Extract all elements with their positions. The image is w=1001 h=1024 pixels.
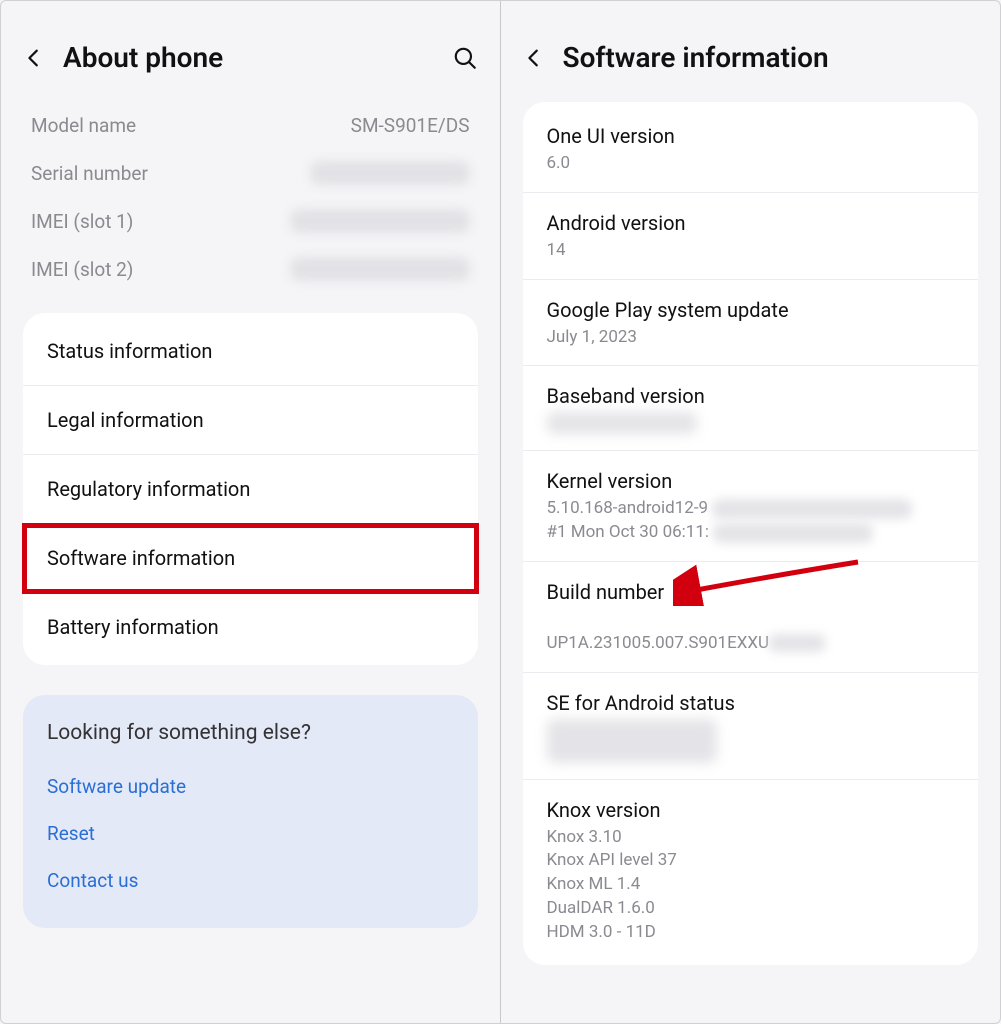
header: Software information bbox=[523, 1, 979, 102]
baseband-version-item[interactable]: Baseband version bbox=[523, 366, 979, 451]
suggestions-card: Looking for something else? Software upd… bbox=[23, 695, 478, 928]
software-details-card: One UI version 6.0 Android version 14 Go… bbox=[523, 102, 979, 965]
baseband-version-value-redacted bbox=[547, 412, 697, 434]
page-title: Software information bbox=[563, 41, 979, 74]
imei-slot2-label: IMEI (slot 2) bbox=[31, 258, 133, 281]
google-play-update-item[interactable]: Google Play system update July 1, 2023 bbox=[523, 280, 979, 367]
build-number-item[interactable]: Build number UP1A.231005.007.S901EXXU bbox=[523, 562, 979, 673]
software-information-item[interactable]: Software information bbox=[23, 524, 478, 593]
reset-link[interactable]: Reset bbox=[47, 810, 454, 857]
kernel-version-line2: #1 Mon Oct 30 06:11: bbox=[547, 521, 710, 545]
kernel-version-label: Kernel version bbox=[547, 469, 955, 493]
knox-version-label: Knox version bbox=[547, 798, 955, 822]
kernel-version-line1: 5.10.168-android12-9 bbox=[547, 497, 709, 521]
build-number-redacted bbox=[769, 634, 825, 652]
back-icon[interactable] bbox=[23, 47, 45, 69]
battery-information-item[interactable]: Battery information bbox=[23, 593, 478, 661]
regulatory-information-item[interactable]: Regulatory information bbox=[23, 455, 478, 524]
se-android-status-value-redacted bbox=[547, 719, 717, 763]
knox-version-value: Knox 3.10 Knox API level 37 Knox ML 1.4 … bbox=[547, 826, 955, 945]
software-update-link[interactable]: Software update bbox=[47, 763, 454, 810]
device-info-section: Model name SM-S901E/DS Serial number IME… bbox=[23, 102, 478, 293]
suggestions-title: Looking for something else? bbox=[47, 721, 454, 745]
build-number-label: Build number bbox=[547, 580, 955, 604]
status-information-item[interactable]: Status information bbox=[23, 317, 478, 386]
header: About phone bbox=[23, 1, 478, 102]
google-play-update-label: Google Play system update bbox=[547, 298, 955, 322]
legal-information-item[interactable]: Legal information bbox=[23, 386, 478, 455]
imei-slot1-label: IMEI (slot 1) bbox=[31, 210, 133, 233]
contact-us-link[interactable]: Contact us bbox=[47, 857, 454, 904]
kernel-redacted-1 bbox=[712, 499, 912, 519]
imei-slot2-row: IMEI (slot 2) bbox=[23, 245, 478, 293]
build-number-value: UP1A.231005.007.S901EXXU bbox=[547, 608, 955, 656]
kernel-redacted-2 bbox=[713, 523, 873, 543]
model-name-value: SM-S901E/DS bbox=[351, 114, 470, 137]
software-information-screen: Software information One UI version 6.0 … bbox=[501, 1, 1001, 1023]
serial-number-value-redacted bbox=[310, 161, 470, 185]
imei-slot1-row: IMEI (slot 1) bbox=[23, 197, 478, 245]
one-ui-version-value: 6.0 bbox=[547, 152, 955, 176]
knox-version-item[interactable]: Knox version Knox 3.10 Knox API level 37… bbox=[523, 780, 979, 961]
android-version-value: 14 bbox=[547, 239, 955, 263]
page-title: About phone bbox=[63, 41, 434, 74]
one-ui-version-label: One UI version bbox=[547, 124, 955, 148]
search-icon[interactable] bbox=[452, 45, 478, 71]
build-number-text: UP1A.231005.007.S901EXXU bbox=[547, 633, 770, 653]
imei-slot1-value-redacted bbox=[290, 209, 470, 233]
google-play-update-value: July 1, 2023 bbox=[547, 326, 955, 350]
about-phone-screen: About phone Model name SM-S901E/DS Seria… bbox=[1, 1, 501, 1023]
one-ui-version-item[interactable]: One UI version 6.0 bbox=[523, 106, 979, 193]
back-icon[interactable] bbox=[523, 47, 545, 69]
model-name-label: Model name bbox=[31, 114, 136, 137]
android-version-item[interactable]: Android version 14 bbox=[523, 193, 979, 280]
baseband-version-label: Baseband version bbox=[547, 384, 955, 408]
imei-slot2-value-redacted bbox=[290, 257, 470, 281]
info-links-card: Status information Legal information Reg… bbox=[23, 313, 478, 665]
android-version-label: Android version bbox=[547, 211, 955, 235]
kernel-version-item[interactable]: Kernel version 5.10.168-android12-9 #1 M… bbox=[523, 451, 979, 562]
serial-number-label: Serial number bbox=[31, 162, 148, 185]
se-android-status-item[interactable]: SE for Android status bbox=[523, 673, 979, 780]
model-name-row: Model name SM-S901E/DS bbox=[23, 102, 478, 149]
se-android-status-label: SE for Android status bbox=[547, 691, 955, 715]
serial-number-row: Serial number bbox=[23, 149, 478, 197]
